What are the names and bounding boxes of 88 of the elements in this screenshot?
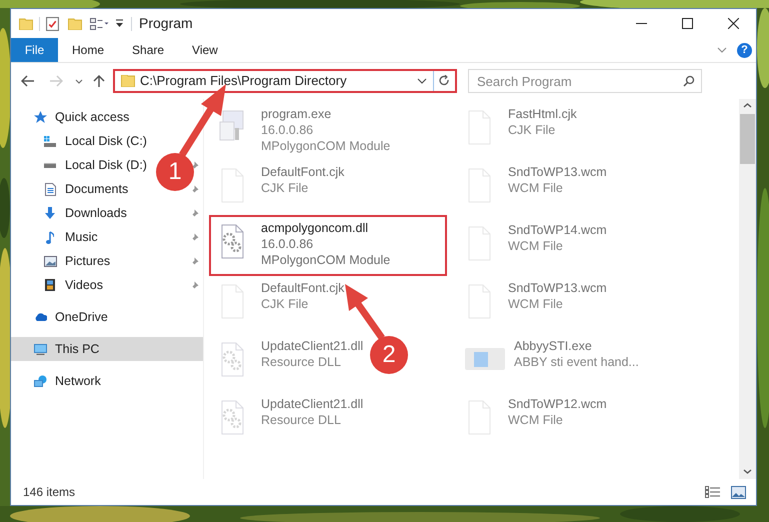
file-name[interactable]: program.exe xyxy=(261,106,390,122)
nav-item[interactable]: Music xyxy=(43,225,98,249)
large-icons-view-icon[interactable] xyxy=(731,486,746,498)
search-icon[interactable] xyxy=(683,75,695,87)
highlighted-file-item[interactable]: acmpolygoncom.dll 16.0.0.86 MPolygonCOM Module xyxy=(209,215,447,276)
file-name[interactable]: AbbyySTI.exe xyxy=(514,338,639,354)
vertical-scrollbar[interactable] xyxy=(739,99,756,479)
expand-ribbon-icon[interactable] xyxy=(717,47,727,53)
file-detail: 16.0.0.86 xyxy=(261,236,314,252)
ribbon-tab[interactable]: View xyxy=(178,38,232,62)
file-detail: WCM File xyxy=(508,296,564,312)
properties-icon[interactable] xyxy=(46,16,59,30)
film-icon xyxy=(45,279,55,291)
file-name[interactable]: FastHtml.cjk xyxy=(508,106,577,122)
monitor-icon xyxy=(34,344,46,354)
file-detail: Resource DLL xyxy=(261,354,342,370)
nav-item[interactable]: Quick access xyxy=(33,105,130,129)
nav-item[interactable]: Network xyxy=(33,369,101,393)
network-icon xyxy=(34,375,46,387)
scroll-down-icon[interactable] xyxy=(743,469,752,474)
up-arrow-icon[interactable] xyxy=(93,74,105,88)
ribbon-tab[interactable]: Share xyxy=(118,38,178,62)
search-field[interactable]: Search Program xyxy=(468,69,702,93)
file-detail: 16.0.0.86 xyxy=(261,122,314,138)
file-name[interactable]: acmpolygoncom.dll xyxy=(261,220,390,236)
forward-arrow-icon[interactable] xyxy=(49,75,63,87)
file-detail: MPolygonCOM Module xyxy=(261,138,390,154)
cloud-icon xyxy=(34,313,46,321)
recent-locations-caret-icon[interactable] xyxy=(75,78,83,84)
address-field[interactable]: C:\Program Files\Program Directory xyxy=(113,69,457,93)
ribbon-tab[interactable]: Home xyxy=(58,38,118,62)
music-note-icon xyxy=(46,230,54,244)
pin-icon[interactable] xyxy=(190,208,199,218)
folder-icon xyxy=(121,75,135,87)
pin-icon[interactable] xyxy=(190,184,199,194)
document-icon xyxy=(44,182,56,196)
file-name[interactable]: SndToWP13.wcm xyxy=(508,280,607,296)
back-arrow-icon[interactable] xyxy=(21,75,35,87)
pin-icon[interactable] xyxy=(190,256,199,266)
file-name[interactable]: SndToWP12.wcm xyxy=(508,396,607,412)
details-view-icon[interactable] xyxy=(705,486,721,498)
file-name[interactable]: SndToWP13.wcm xyxy=(508,164,607,180)
file-name[interactable]: SndToWP14.wcm xyxy=(508,222,607,238)
annotation-arrow xyxy=(345,284,385,340)
details-view-icon[interactable] xyxy=(90,18,109,30)
file-name[interactable]: DefaultFont.cjk xyxy=(261,164,344,180)
nav-item[interactable]: OneDrive xyxy=(33,305,108,329)
new-folder-icon[interactable] xyxy=(68,18,82,30)
picture-icon xyxy=(44,256,56,266)
file-name[interactable]: UpdateClient21.dll xyxy=(261,338,364,354)
dropdown-caret-icon[interactable] xyxy=(417,78,427,84)
file-detail: CJK File xyxy=(261,180,310,196)
drive-icon xyxy=(43,136,57,146)
file-detail: Resource DLL xyxy=(261,412,342,428)
scroll-up-icon[interactable] xyxy=(743,103,752,108)
file-tab[interactable]: File xyxy=(11,38,58,62)
folder-icon[interactable] xyxy=(19,18,33,30)
file-detail: WCM File xyxy=(508,180,564,196)
address-path: C:\Program Files\Program Directory xyxy=(140,72,347,90)
minimize-icon xyxy=(636,23,646,24)
customize-caret-icon[interactable] xyxy=(115,19,124,28)
nav-item[interactable]: Pictures xyxy=(43,249,110,273)
item-count: 146 items xyxy=(23,484,76,501)
help-button[interactable]: ? xyxy=(737,42,752,58)
nav-item[interactable]: Videos xyxy=(43,273,103,297)
nav-item[interactable]: This PC xyxy=(11,337,203,361)
star-icon xyxy=(34,111,46,123)
pin-icon[interactable] xyxy=(190,280,199,290)
file-name[interactable]: DefaultFont.cjk xyxy=(261,280,344,296)
scrollbar-thumb[interactable] xyxy=(740,114,755,164)
refresh-icon[interactable] xyxy=(439,75,450,87)
file-detail: CJK File xyxy=(261,296,310,312)
file-detail: WCM File xyxy=(508,238,564,254)
file-name[interactable]: UpdateClient21.dll xyxy=(261,396,364,412)
down-arrow-icon xyxy=(44,207,56,219)
file-detail: WCM File xyxy=(508,412,564,428)
pin-icon[interactable] xyxy=(190,232,199,242)
nav-item[interactable]: Downloads xyxy=(43,201,127,225)
file-detail: CJK File xyxy=(508,122,556,138)
drive-icon xyxy=(44,162,56,168)
nav-item[interactable]: Local Disk (C:) xyxy=(43,129,147,153)
close-icon xyxy=(728,18,738,29)
nav-item[interactable]: Documents xyxy=(43,177,128,201)
maximize-icon xyxy=(682,18,692,29)
file-detail: MPolygonCOM Module xyxy=(261,252,390,268)
window-title: Program xyxy=(139,14,193,33)
file-detail: ABBY sti event hand... xyxy=(514,354,639,370)
nav-item[interactable]: Local Disk (D:) xyxy=(43,153,147,177)
